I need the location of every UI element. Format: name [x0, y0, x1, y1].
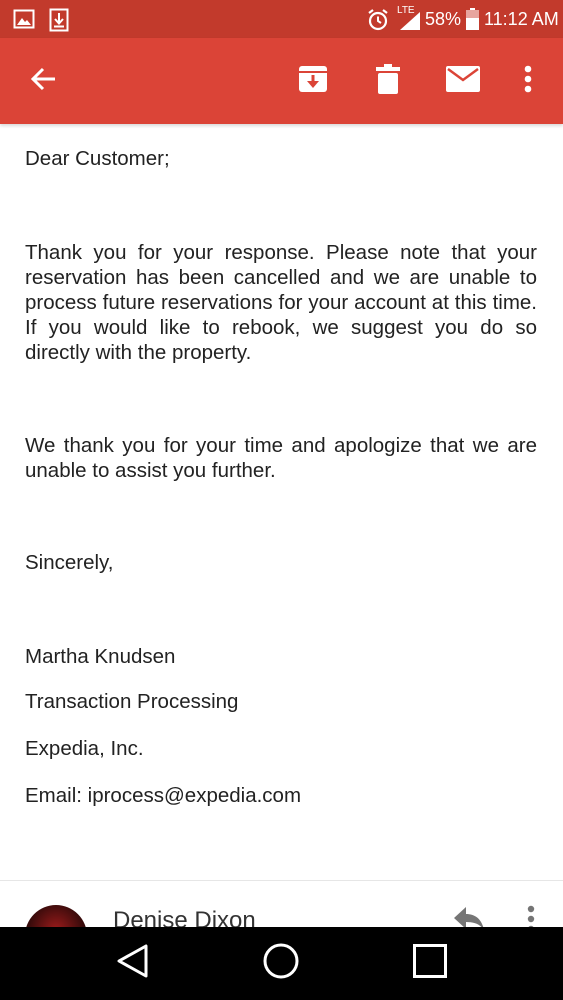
battery-percent: 58%	[425, 9, 462, 29]
signature-company: Expedia, Inc.	[25, 737, 144, 760]
archive-icon	[298, 64, 328, 99]
overflow-menu-icon	[524, 65, 532, 98]
nav-recents-button[interactable]	[408, 927, 452, 1000]
archive-button[interactable]	[292, 38, 334, 124]
alarm-icon	[366, 8, 390, 37]
nav-recents-icon	[412, 943, 448, 984]
mark-unread-icon	[446, 65, 480, 97]
avatar[interactable]	[25, 905, 87, 927]
next-message-header[interactable]: Denise Dixon	[0, 881, 563, 927]
reply-icon[interactable]	[452, 905, 486, 927]
nav-back-icon	[116, 943, 150, 984]
signature-department: Transaction Processing	[25, 690, 239, 713]
overflow-menu-button[interactable]	[516, 38, 540, 124]
navigation-bar	[0, 927, 563, 1000]
greeting: Dear Customer;	[25, 147, 170, 170]
sender-name: Denise Dixon	[113, 907, 256, 927]
delete-button[interactable]	[367, 38, 409, 124]
signature-name: Martha Knudsen	[25, 645, 176, 668]
app-bar	[0, 38, 563, 124]
nav-back-button[interactable]	[110, 927, 156, 1000]
nav-home-icon	[262, 942, 300, 985]
nav-home-button[interactable]	[259, 927, 303, 1000]
delete-icon	[376, 63, 400, 99]
battery-icon	[466, 8, 479, 35]
download-notification-icon	[49, 8, 69, 37]
back-arrow-icon	[29, 65, 57, 98]
body-paragraph-2: We thank you for your time and apologize…	[25, 434, 537, 482]
body-paragraph-1: Thank you for your response. Please note…	[25, 241, 537, 364]
mark-unread-button[interactable]	[443, 38, 483, 124]
clock: 11:12 AM	[484, 9, 559, 29]
gallery-notification-icon	[13, 8, 35, 35]
message-overflow-icon[interactable]	[527, 905, 535, 927]
signal-icon	[399, 11, 421, 36]
back-button[interactable]	[20, 38, 66, 124]
closing: Sincerely,	[25, 551, 114, 574]
signature-email[interactable]: Email: iprocess@expedia.com	[25, 783, 537, 808]
status-bar: LTE 58% 11:12 AM	[0, 0, 563, 38]
